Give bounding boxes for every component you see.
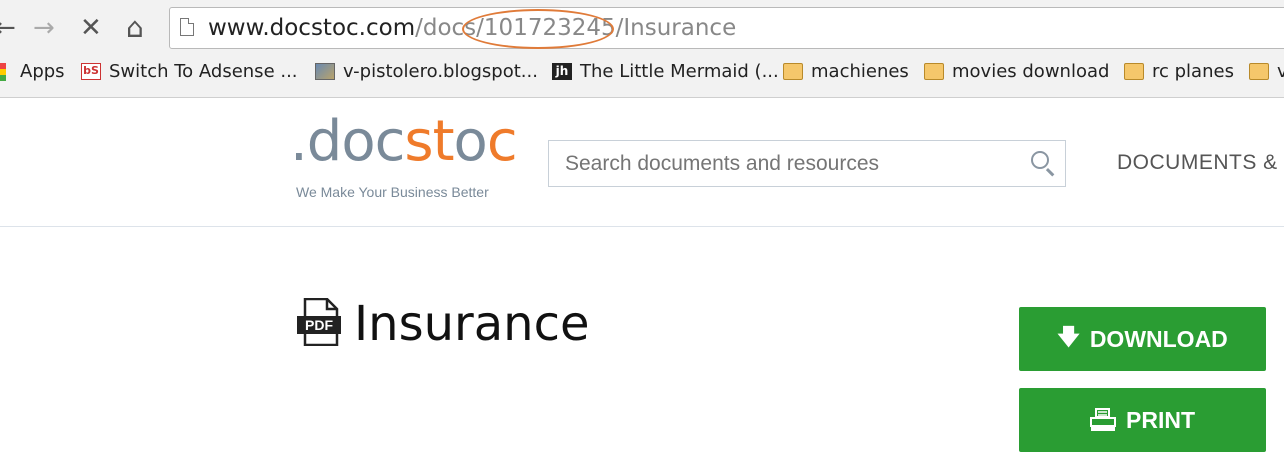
- jh-icon: jh: [552, 63, 572, 80]
- browser-chrome: ← → ✕ ⌂ www.docstoc.com/docs/101723245/I…: [0, 0, 1284, 98]
- folder-icon: [783, 63, 803, 80]
- bookmark-apps[interactable]: Apps: [0, 61, 65, 82]
- download-button[interactable]: 🡇 DOWNLOAD: [1019, 307, 1266, 371]
- stop-icon[interactable]: ✕: [80, 14, 102, 42]
- folder-icon: [924, 63, 944, 80]
- bookmark-switch-to-adsense[interactable]: bS Switch To Adsense ...: [81, 61, 298, 82]
- logo-tagline: We Make Your Business Better: [296, 184, 489, 200]
- home-icon[interactable]: ⌂: [126, 14, 144, 42]
- printer-icon: [1090, 408, 1116, 431]
- back-arrow-icon[interactable]: ←: [0, 14, 16, 42]
- image-icon: [315, 63, 335, 80]
- bookmark-rc-planes[interactable]: rc planes: [1124, 61, 1234, 82]
- forward-arrow-icon[interactable]: →: [33, 14, 55, 42]
- url-annotation-circle: [462, 9, 614, 49]
- bookmark-movies-download[interactable]: movies download: [924, 61, 1109, 82]
- nav-documents[interactable]: DOCUMENTS & V: [1117, 151, 1284, 175]
- docstoc-logo[interactable]: .docstoc: [290, 112, 518, 172]
- pdf-badge-text: PDF: [305, 317, 333, 333]
- pdf-icon: PDF: [297, 298, 341, 346]
- address-bar[interactable]: www.docstoc.com/docs/101723245/Insurance: [169, 7, 1284, 49]
- print-button[interactable]: PRINT: [1019, 388, 1266, 452]
- bookmark-overflow[interactable]: v: [1249, 61, 1284, 82]
- bs-icon: bS: [81, 63, 101, 80]
- search-input[interactable]: [563, 149, 1007, 179]
- search-box: [548, 140, 1066, 187]
- folder-icon: [1249, 63, 1269, 80]
- bookmarks-bar: Apps bS Switch To Adsense ... v-pistolero…: [0, 58, 1284, 88]
- download-arrow-icon: 🡇: [1057, 325, 1080, 350]
- apps-icon: [0, 62, 6, 81]
- document-title: Insurance: [354, 296, 590, 352]
- page-icon: [180, 18, 194, 36]
- bookmark-little-mermaid[interactable]: jh The Little Mermaid (...: [552, 61, 779, 82]
- bookmark-v-pistolero[interactable]: v-pistolero.blogspot...: [315, 61, 538, 82]
- search-icon[interactable]: [1031, 151, 1049, 169]
- folder-icon: [1124, 63, 1144, 80]
- bookmark-machienes[interactable]: machienes: [783, 61, 909, 82]
